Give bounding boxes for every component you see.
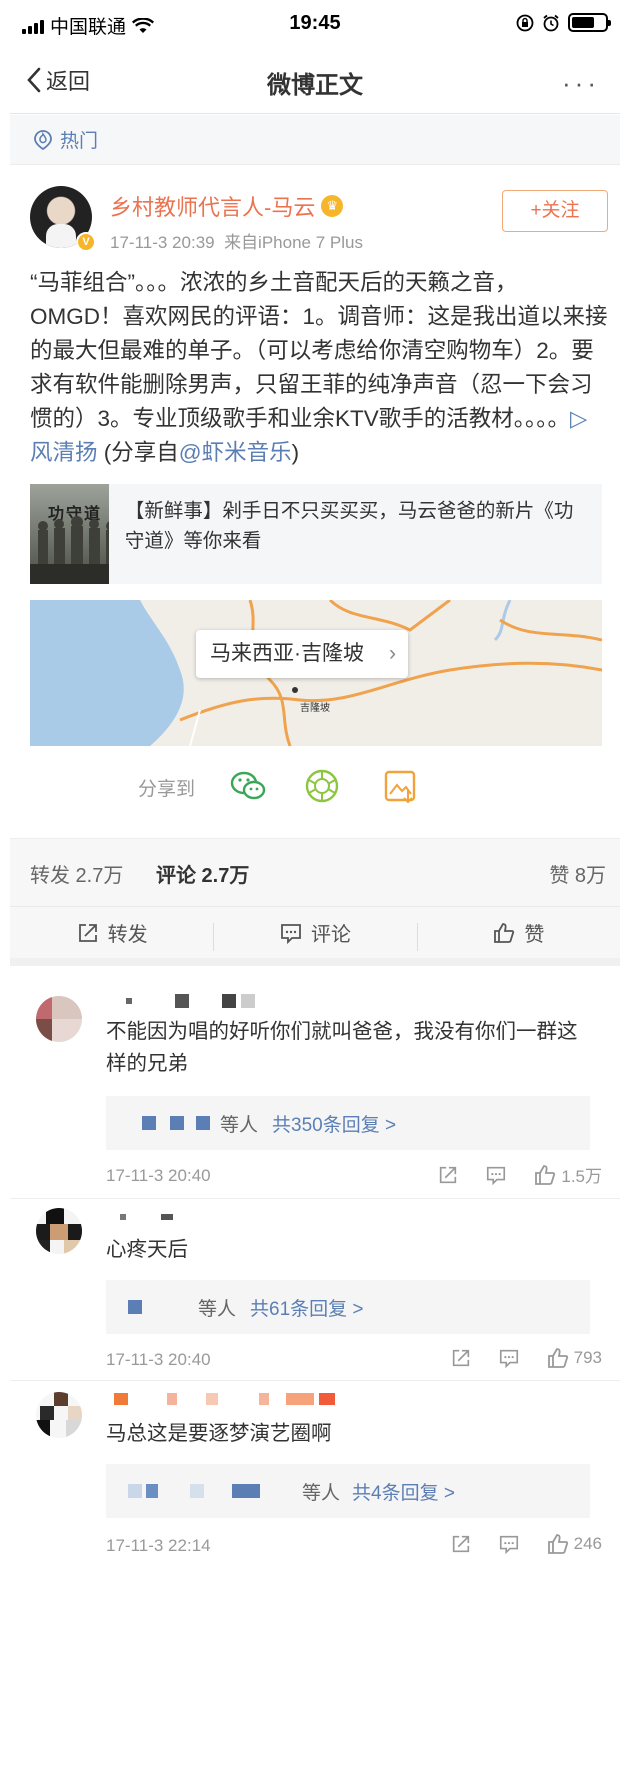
page-title: 微博正文: [267, 72, 363, 99]
replies-more-link[interactable]: 共61条回复 >: [250, 1294, 364, 1321]
repost-label: 转发: [107, 924, 148, 946]
commenter-avatar[interactable]: [36, 1208, 82, 1254]
repost-icon: [78, 923, 97, 942]
chevron-right-icon: ›: [389, 642, 396, 665]
hot-label: 热门: [60, 131, 99, 152]
repost-button[interactable]: 转发: [10, 907, 213, 958]
replies-preview[interactable]: 等人 共4条回复 >: [106, 1464, 590, 1518]
comment-icon[interactable]: [498, 1533, 520, 1555]
like-count-tab[interactable]: 赞 8万: [549, 859, 606, 888]
more-button[interactable]: ···: [562, 68, 600, 99]
author-name-text: 乡村教师代言人-马云: [110, 195, 316, 220]
alarm-icon: [543, 14, 559, 31]
hot-tag-icon: [34, 129, 52, 150]
comment-like-button[interactable]: 1.5万: [533, 1162, 602, 1187]
replies-more-link[interactable]: 共4条回复 >: [352, 1478, 455, 1505]
share-label: 分享到: [138, 779, 196, 800]
repost-icon[interactable]: [450, 1347, 472, 1369]
like-label: 赞: [524, 924, 545, 946]
share-prefix: (分享自: [97, 440, 179, 465]
crown-icon: ♛: [321, 195, 344, 217]
comment-time: 17-11-3 22:14: [106, 1536, 211, 1555]
replies-prefix: 等人: [302, 1483, 341, 1504]
wechat-icon[interactable]: [228, 766, 268, 806]
comment-button[interactable]: 评论: [213, 907, 416, 958]
comment-like-count: 1.5万: [561, 1167, 602, 1186]
repost-icon[interactable]: [437, 1164, 459, 1186]
author-name[interactable]: 乡村教师代言人-马云 ♛: [110, 190, 344, 222]
weibo-detail-screen: 中国联通 19:45 返回 微博正文 ··· 热门 V 乡村教师代言人-马云 ♛…: [10, 0, 620, 1779]
comment-tools: 246: [450, 1532, 602, 1556]
comment-count-tab[interactable]: 评论 2.7万: [156, 859, 249, 888]
comment-like-count: 246: [573, 1534, 602, 1553]
like-button[interactable]: 赞: [416, 907, 620, 958]
verified-badge-icon: V: [76, 232, 96, 252]
commenter-avatar[interactable]: [36, 996, 82, 1042]
action-bar: 转发 评论 赞: [10, 906, 620, 966]
commenter-name-redacted[interactable]: [106, 990, 256, 1011]
stats-bar: 转发 2.7万 评论 2.7万 赞 8万: [10, 838, 620, 908]
post-source: 来自iPhone 7 Plus: [224, 233, 363, 252]
status-bar: 中国联通 19:45: [10, 0, 620, 50]
comment-tools: 1.5万: [437, 1162, 602, 1187]
thumbs-up-icon: [494, 922, 515, 943]
comment-tools: 793: [450, 1346, 602, 1370]
comment-divider: [10, 1380, 620, 1381]
post-time: 17-11-3 20:39: [110, 233, 215, 252]
hot-tag-bar[interactable]: 热门: [10, 115, 620, 165]
share-suffix: ): [291, 440, 300, 465]
rotation-lock-icon: [516, 14, 534, 31]
replies-preview[interactable]: 等人 共61条回复 >: [106, 1280, 590, 1334]
share-row: 分享到: [10, 762, 620, 812]
post-content: “马菲组合”。。。浓浓的乡土音配天后的天籁之音，OMGD！喜欢网民的评语：1。调…: [30, 266, 608, 470]
repost-icon[interactable]: [450, 1533, 472, 1555]
location-label[interactable]: 马来西亚·吉隆坡 ›: [196, 630, 408, 678]
follow-button[interactable]: +关注: [502, 190, 608, 232]
comment-time: 17-11-3 20:40: [106, 1350, 211, 1369]
commenter-avatar[interactable]: [36, 1392, 82, 1438]
comment-time: 17-11-3 20:40: [106, 1166, 211, 1185]
commenter-name-redacted[interactable]: [106, 1206, 174, 1227]
comment-like-button[interactable]: 246: [546, 1532, 602, 1556]
commenter-name-redacted[interactable]: [106, 1388, 336, 1409]
replies-more-link[interactable]: 共350条回复 >: [272, 1110, 396, 1137]
card-thumbnail: 功守道: [30, 484, 109, 584]
location-label-text: 马来西亚·吉隆坡: [210, 642, 364, 665]
figures-image: [30, 516, 109, 584]
location-map[interactable]: 马来西亚·吉隆坡 › 吉隆坡: [30, 600, 602, 746]
comment-text: 心疼天后: [106, 1238, 188, 1261]
thumbs-up-icon: [547, 1348, 568, 1368]
comment-icon[interactable]: [485, 1164, 507, 1186]
comment-like-button[interactable]: 793: [546, 1346, 602, 1370]
nav-bar: 返回 微博正文 ···: [10, 50, 620, 114]
thumbs-up-icon: [535, 1164, 556, 1185]
comment-icon: [281, 923, 301, 944]
comment-like-count: 793: [573, 1348, 602, 1367]
moments-icon[interactable]: [302, 766, 342, 806]
map-city-label: 吉隆坡: [300, 703, 330, 714]
repost-count-tab[interactable]: 转发 2.7万: [30, 859, 123, 888]
comment-icon[interactable]: [498, 1347, 520, 1369]
thumbs-up-icon: [547, 1534, 568, 1554]
post-meta: 17-11-3 20:39 来自iPhone 7 Plus: [110, 228, 363, 253]
replies-prefix: 等人: [198, 1299, 237, 1320]
battery-icon: [568, 13, 611, 32]
comment-text: 不能因为唱的好听你们就叫爸爸，我没有你们一群这样的兄弟: [106, 1020, 578, 1075]
comment-divider: [10, 1198, 620, 1199]
replies-preview[interactable]: 等人 共350条回复 >: [106, 1096, 590, 1150]
xiami-link[interactable]: @虾米音乐: [179, 440, 292, 465]
card-text: 【新鲜事】剁手日不只买买买，马云爸爸的新片《功守道》等你来看: [124, 500, 574, 552]
replies-prefix: 等人: [220, 1115, 259, 1136]
news-card[interactable]: 功守道 【新鲜事】剁手日不只买买买，马云爸爸的新片《功守道》等你来看: [30, 484, 602, 584]
comment-text: 马总这是要逐梦演艺圈啊: [106, 1422, 332, 1445]
save-image-icon[interactable]: [380, 766, 420, 806]
comment-label: 评论: [310, 924, 351, 946]
post-text: “马菲组合”。。。浓浓的乡土音配天后的天籁之音，OMGD！喜欢网民的评语：1。调…: [30, 270, 608, 431]
